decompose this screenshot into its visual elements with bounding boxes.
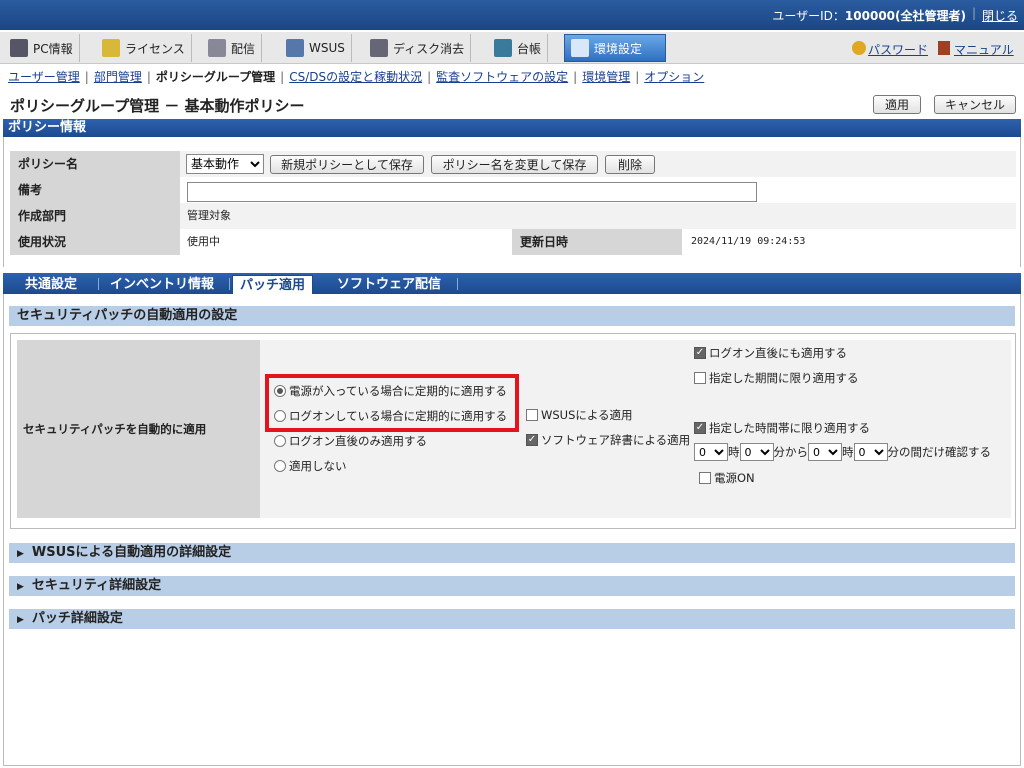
rename-save-button[interactable]: ポリシー名を変更して保存 xyxy=(431,155,598,174)
license-icon xyxy=(102,39,120,57)
menu-license[interactable]: ライセンス xyxy=(96,34,192,62)
wsus-detail-section[interactable]: ▶ WSUSによる自動適用の詳細設定 xyxy=(9,543,1015,563)
menu-delivery[interactable]: 配信 xyxy=(202,34,263,62)
check-logon-after-box[interactable]: ✓ xyxy=(694,347,706,359)
subnav-department-management[interactable]: 部門管理 xyxy=(94,70,142,84)
subnav-options[interactable]: オプション xyxy=(644,70,704,84)
subnav-policy-group-current: ポリシーグループ管理 xyxy=(155,70,276,84)
security-detail-section[interactable]: ▶ セキュリティ詳細設定 xyxy=(9,576,1015,596)
policy-name-label: ポリシー名 xyxy=(10,151,180,177)
updated-value: 2024/11/19 09:24:53 xyxy=(691,236,806,247)
user-info: ユーザーID：100000(全社管理者) xyxy=(772,9,966,23)
check-period[interactable]: 指定した期間に限り適用する xyxy=(694,370,859,386)
main-menu: PC情報 ライセンス 配信 WSUS ディスク消去 台帳 環境設定 パスワード … xyxy=(0,32,1024,64)
patch-auto-label: セキュリティパッチを自動的に適用 xyxy=(17,340,260,518)
menu-ledger[interactable]: 台帳 xyxy=(488,34,549,62)
policy-tabs: 共通設定 インベントリ情報 パッチ適用 ソフトウェア配信 xyxy=(3,273,1021,294)
status-value: 使用中 xyxy=(187,235,220,248)
check-timeband[interactable]: ✓ 指定した時間帯に限り適用する xyxy=(694,420,870,436)
patch-auto-heading: セキュリティパッチの自動適用の設定 xyxy=(9,306,1015,326)
top-bar: ユーザーID：100000(全社管理者) | 閉じる xyxy=(0,0,1024,30)
policy-info-header: ポリシー情報 xyxy=(3,119,1021,137)
menu-settings[interactable]: 環境設定 xyxy=(564,34,666,62)
radio-logon-only[interactable]: ログオン直後のみ適用する xyxy=(274,433,427,449)
settings-tools-icon xyxy=(571,39,589,57)
updated-label: 更新日時 xyxy=(512,229,682,255)
check-software-dict[interactable]: ✓ ソフトウェア辞書による適用 xyxy=(526,432,690,448)
manual-link[interactable]: マニュアル xyxy=(954,41,1014,58)
tab-inventory[interactable]: インベントリ情報 xyxy=(103,275,221,294)
menu-disk-erase[interactable]: ディスク消去 xyxy=(364,34,472,62)
check-power-on-box[interactable] xyxy=(699,472,711,484)
cancel-button[interactable]: キャンセル xyxy=(934,95,1016,114)
expand-triangle-icon: ▶ xyxy=(17,549,24,559)
dept-label: 作成部門 xyxy=(10,203,180,229)
delete-button[interactable]: 削除 xyxy=(605,155,655,174)
check-timeband-box[interactable]: ✓ xyxy=(694,422,706,434)
dept-value: 管理対象 xyxy=(187,209,231,222)
minute-to-select[interactable]: 0 xyxy=(853,443,888,461)
note-input[interactable] xyxy=(187,182,757,202)
check-software-dict-box[interactable]: ✓ xyxy=(526,434,538,446)
tab-patch-apply[interactable]: パッチ適用 xyxy=(232,275,314,294)
manual-book-icon xyxy=(938,41,950,55)
subnav-audit-software[interactable]: 監査ソフトウェアの設定 xyxy=(436,70,568,84)
key-icon xyxy=(852,41,866,55)
tab-common-settings[interactable]: 共通設定 xyxy=(18,275,84,294)
check-power-on[interactable]: 電源ON xyxy=(699,470,755,486)
subnav-environment-management[interactable]: 環境管理 xyxy=(582,70,630,84)
subnav-cs-ds-settings[interactable]: CS/DSの設定と稼動状況 xyxy=(289,70,422,84)
password-link[interactable]: パスワード xyxy=(868,41,928,58)
menu-wsus[interactable]: WSUS xyxy=(280,34,352,62)
close-link[interactable]: 閉じる xyxy=(982,7,1018,24)
disk-erase-icon xyxy=(370,39,388,57)
expand-triangle-icon: ▶ xyxy=(17,582,24,592)
patch-detail-section[interactable]: ▶ パッチ詳細設定 xyxy=(9,609,1015,629)
hour-from-select[interactable]: 0 xyxy=(694,443,728,461)
minute-from-select[interactable]: 0 xyxy=(739,443,774,461)
delivery-icon xyxy=(208,39,226,57)
radio-logon-only-control[interactable] xyxy=(274,435,286,447)
check-wsus[interactable]: WSUSによる適用 xyxy=(526,407,633,423)
sub-navigation: ユーザー管理 | 部門管理 | ポリシーグループ管理 | CS/DSの設定と稼動状況 | 監査ソ… xyxy=(8,70,705,84)
radio-no-apply-control[interactable] xyxy=(274,460,286,472)
wsus-icon xyxy=(286,39,304,57)
hour-to-select[interactable]: 0 xyxy=(808,443,842,461)
check-logon-after[interactable]: ✓ ログオン直後にも適用する xyxy=(694,345,847,361)
highlight-box xyxy=(265,374,519,432)
status-label: 使用状況 xyxy=(10,229,180,255)
pc-icon xyxy=(10,39,28,57)
subnav-user-management[interactable]: ユーザー管理 xyxy=(8,70,80,84)
note-label: 備考 xyxy=(10,177,180,203)
page-title: ポリシーグループ管理 － 基本動作ポリシー xyxy=(10,97,305,115)
check-period-box[interactable] xyxy=(694,372,706,384)
menu-pc-info[interactable]: PC情報 xyxy=(4,34,80,62)
save-as-new-button[interactable]: 新規ポリシーとして保存 xyxy=(270,155,424,174)
policy-name-select[interactable]: 基本動作 xyxy=(186,154,264,174)
timeband-row: 0時 0 分から 0時 0 分の間だけ確認する xyxy=(694,443,991,461)
expand-triangle-icon: ▶ xyxy=(17,615,24,625)
check-wsus-box[interactable] xyxy=(526,409,538,421)
radio-no-apply[interactable]: 適用しない xyxy=(274,458,347,474)
ledger-icon xyxy=(494,39,512,57)
tab-software-delivery[interactable]: ソフトウェア配信 xyxy=(330,275,448,294)
apply-button[interactable]: 適用 xyxy=(873,95,921,114)
